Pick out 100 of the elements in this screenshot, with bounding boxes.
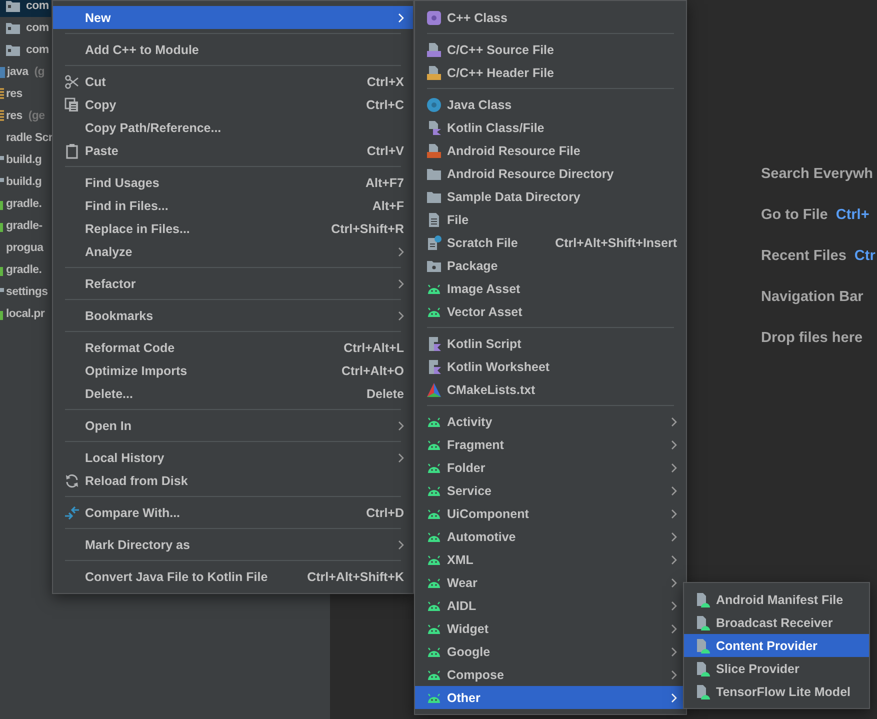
menu-item[interactable]: Sample Data Directory	[415, 185, 686, 208]
tree-item[interactable]: gradle.	[0, 193, 44, 215]
menu-item[interactable]: Android Resource Directory	[415, 162, 686, 185]
menu-item[interactable]: Copy Ctrl+C	[53, 93, 413, 116]
android-file-icon	[695, 660, 711, 676]
resource-file-icon	[426, 142, 442, 158]
menu-item[interactable]: Android Manifest File	[684, 588, 869, 611]
menu-item[interactable]: UiComponent	[415, 502, 686, 525]
compare-icon	[64, 504, 80, 520]
menu-item[interactable]: Add C++ to Module	[53, 38, 413, 61]
shortcut-label: Ctrl+D	[366, 506, 404, 520]
shortcut-label: Ctrl+C	[366, 98, 404, 112]
menu-item[interactable]: Kotlin Class/File	[415, 116, 686, 139]
kotlin-script-icon	[426, 358, 442, 374]
shortcut-label: Ctrl+	[836, 206, 870, 222]
menu-item[interactable]: Local History	[53, 446, 413, 469]
menu-item[interactable]: Copy Path/Reference...	[53, 116, 413, 139]
kotlin-file-icon	[426, 120, 442, 136]
menu-item[interactable]: New	[53, 6, 413, 29]
shortcut-label: Ctrl+X	[366, 74, 404, 88]
shortcut-label: Delete	[366, 386, 404, 400]
menu-item[interactable]: Widget	[415, 617, 686, 640]
tree-item[interactable]: gradle-	[0, 215, 44, 237]
tree-item[interactable]: build.g	[0, 171, 44, 193]
menu-item[interactable]: Folder	[415, 456, 686, 479]
menu-item[interactable]: Image Asset	[415, 277, 686, 300]
shortcut-label: Ctr	[854, 248, 876, 264]
menu-item[interactable]: Compose	[415, 663, 686, 686]
menu-item[interactable]: Java Class	[415, 93, 686, 116]
menu-item[interactable]: Bookmarks	[53, 304, 413, 327]
menu-item[interactable]: Optimize Imports Ctrl+Alt+O	[53, 359, 413, 382]
menu-item[interactable]: Kotlin Worksheet	[415, 355, 686, 378]
source-file-icon	[426, 42, 442, 58]
menu-item[interactable]: Package	[415, 254, 686, 277]
tree-item[interactable]: com	[0, 17, 51, 39]
shortcut-label: Alt+F	[372, 198, 404, 212]
tree-item[interactable]: com	[0, 0, 51, 17]
menu-item[interactable]: Reload from Disk	[53, 469, 413, 492]
shortcut-label: Ctrl+Alt+L	[344, 340, 404, 354]
menu-item[interactable]: Vector Asset	[415, 300, 686, 323]
shortcut-label: Ctrl+Alt+O	[341, 364, 404, 378]
shortcut-label: Ctrl+Shift+R	[331, 222, 404, 236]
menu-item[interactable]: Mark Directory as	[53, 533, 413, 556]
menu-item[interactable]: Delete... Delete	[53, 382, 413, 405]
android-file-icon	[695, 592, 711, 608]
scissors-icon	[64, 74, 80, 90]
menu-item[interactable]: Android Resource File	[415, 139, 686, 162]
menu-item[interactable]: C/C++ Source File	[415, 38, 686, 61]
header-file-icon	[426, 64, 442, 80]
android-file-icon	[695, 614, 711, 630]
hint-text: Recent Files	[761, 248, 846, 264]
menu-item[interactable]: Replace in Files... Ctrl+Shift+R	[53, 217, 413, 240]
menu-item[interactable]: Slice Provider	[684, 657, 869, 680]
tree-item[interactable]: radle Scr	[0, 127, 55, 149]
menu-item[interactable]: CMakeLists.txt	[415, 378, 686, 401]
menu-item[interactable]: Other	[415, 686, 686, 709]
menu-item[interactable]: Content Provider	[684, 634, 869, 657]
tree-item[interactable]: java (g	[0, 61, 46, 83]
menu-item[interactable]: TensorFlow Lite Model	[684, 680, 869, 703]
shortcut-label: Alt+F7	[365, 176, 404, 190]
tree-item[interactable]: gradle.	[0, 259, 44, 281]
hint-text: Drop files here	[761, 330, 863, 346]
tree-item[interactable]: res	[0, 83, 24, 105]
menu-item[interactable]: Scratch File Ctrl+Alt+Shift+Insert	[415, 231, 686, 254]
menu-item[interactable]: Compare With... Ctrl+D	[53, 501, 413, 524]
shortcut-label: Ctrl+Alt+Shift+K	[307, 570, 404, 584]
menu-item[interactable]: XML	[415, 548, 686, 571]
menu-item[interactable]: Automotive	[415, 525, 686, 548]
tree-item[interactable]: progua	[0, 237, 46, 259]
menu-item[interactable]: Analyze	[53, 240, 413, 263]
menu-item[interactable]: Broadcast Receiver	[684, 611, 869, 634]
menu-item[interactable]: Service	[415, 479, 686, 502]
menu-item[interactable]: File	[415, 208, 686, 231]
tree-item[interactable]: settings	[0, 281, 50, 303]
menu-item[interactable]: AIDL	[415, 594, 686, 617]
hint-text: Search Everywh	[761, 166, 874, 182]
tree-item[interactable]: local.pr	[0, 303, 47, 325]
menu-item[interactable]: Find in Files... Alt+F	[53, 194, 413, 217]
menu-item[interactable]: Convert Java File to Kotlin File Ctrl+Alt+Shift+K	[53, 565, 413, 588]
menu-item[interactable]: C++ Class	[415, 6, 686, 29]
menu-item[interactable]: Reformat Code Ctrl+Alt+L	[53, 336, 413, 359]
menu-item[interactable]: Activity	[415, 410, 686, 433]
menu-item[interactable]: Paste Ctrl+V	[53, 139, 413, 162]
shortcut-label: Ctrl+Alt+Shift+Insert	[555, 236, 677, 250]
menu-item[interactable]: Find Usages Alt+F7	[53, 171, 413, 194]
tree-item[interactable]: res (ge	[0, 105, 47, 127]
menu-item[interactable]: C/C++ Header File	[415, 61, 686, 84]
menu-item[interactable]: Cut Ctrl+X	[53, 70, 413, 93]
menu-item[interactable]: Fragment	[415, 433, 686, 456]
hint-text: Navigation Bar	[761, 288, 864, 304]
tree-item[interactable]: com	[0, 39, 51, 61]
menu-item[interactable]: Open In	[53, 414, 413, 437]
clipboard-icon	[64, 142, 80, 158]
menu-item[interactable]: Wear	[415, 571, 686, 594]
menu-item[interactable]: Kotlin Script	[415, 332, 686, 355]
menu-item[interactable]: Google	[415, 640, 686, 663]
scratch-file-icon	[426, 234, 442, 250]
copy-icon	[64, 96, 80, 112]
tree-item[interactable]: build.g	[0, 149, 44, 171]
menu-item[interactable]: Refactor	[53, 272, 413, 295]
